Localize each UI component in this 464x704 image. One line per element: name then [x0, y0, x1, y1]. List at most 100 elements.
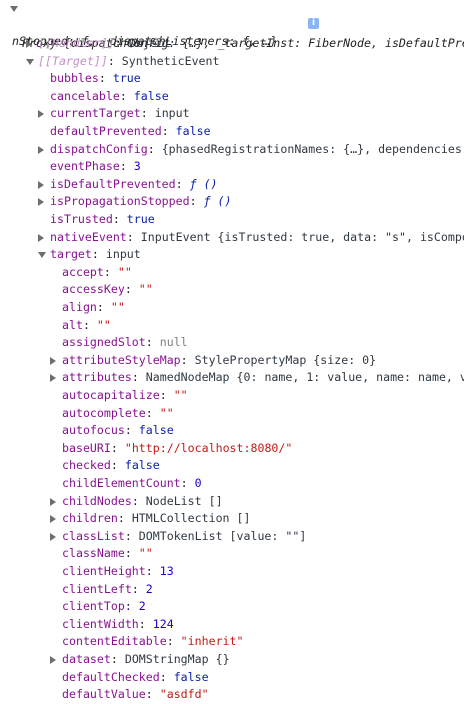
expand-arrow-icon[interactable] — [38, 198, 44, 207]
key-separator: : — [131, 370, 146, 385]
proxy-summary-row-wrap: nStopped: f, _dispatchListeners: f, …} i — [0, 15, 319, 48]
property-entry: dataset: DOMStringMap {} — [62, 651, 230, 669]
expand-arrow-icon[interactable] — [50, 532, 56, 541]
property-key: eventPhase — [50, 159, 120, 174]
property-key: align — [62, 300, 97, 314]
expand-arrow-icon[interactable] — [50, 497, 56, 506]
property-entry: isTrusted: true — [50, 211, 155, 229]
property-value: Object — [128, 36, 171, 50]
property-value: 2 — [138, 599, 146, 614]
property-entry: eventPhase: 3 — [50, 158, 141, 176]
property-value: "" — [138, 546, 153, 561]
expand-arrow-icon[interactable] — [50, 656, 56, 664]
expand-arrow-icon[interactable] — [50, 374, 56, 383]
expand-arrow-icon[interactable] — [50, 515, 56, 524]
key-separator: : — [126, 229, 141, 244]
key-separator: : — [124, 546, 139, 561]
key-separator: : — [180, 352, 195, 367]
key-separator: : — [140, 106, 155, 121]
property-key: defaultValue — [62, 687, 146, 702]
property-value: 124 — [152, 616, 174, 631]
property-key: defaultChecked — [62, 669, 160, 684]
property-entry: childNodes: NodeList [] — [62, 493, 223, 511]
property-value: NodeList [] — [145, 493, 223, 508]
collapse-arrow-icon[interactable] — [26, 58, 34, 65]
property-entry: bubbles: true — [50, 70, 141, 88]
property-value: InputEvent {isTrusted: true, data: "s", … — [140, 229, 464, 244]
property-value: DOMTokenList [value: ""] — [138, 528, 307, 543]
property-value: null — [159, 335, 188, 350]
property-key: classList — [62, 528, 125, 543]
expand-arrow-icon[interactable] — [38, 233, 44, 242]
property-entry: autofocus: false — [62, 422, 174, 440]
property-value: 0 — [194, 476, 202, 490]
property-key: cancelable — [50, 88, 120, 103]
property-key: dataset — [62, 652, 111, 666]
property-key: accessKey — [62, 282, 125, 297]
property-entry: accessKey: "" — [62, 281, 153, 299]
expand-arrow-icon[interactable] — [50, 356, 56, 365]
property-entry: classList: DOMTokenList [value: ""] — [62, 528, 306, 546]
key-separator: : — [175, 176, 190, 191]
property-entry: clientLeft: 2 — [62, 581, 153, 599]
property-key: bubbles — [50, 71, 99, 86]
property-entry: clientHeight: 13 — [62, 563, 174, 581]
property-key: clientTop — [62, 599, 125, 614]
property-entry: cancelable: false — [50, 88, 169, 106]
info-icon[interactable]: i — [308, 18, 319, 29]
property-entry: defaultChecked: false — [62, 669, 209, 687]
property-key: childElementCount — [62, 476, 181, 490]
key-separator: : — [82, 317, 97, 332]
key-separator: : — [145, 564, 160, 578]
collapse-arrow-icon[interactable] — [38, 252, 46, 259]
expand-arrow-icon[interactable] — [10, 6, 18, 12]
property-key: contentEditable — [62, 634, 167, 649]
key-separator: : — [107, 53, 122, 68]
key-separator: : — [114, 36, 129, 50]
property-value: "" — [96, 317, 111, 332]
property-value: {phasedRegistrationNames: {…}, dependenc… — [161, 141, 464, 156]
property-key: attributeStyleMap — [62, 352, 181, 367]
key-separator: : — [119, 88, 134, 103]
key-separator: : — [112, 212, 127, 226]
key-separator: : — [124, 599, 139, 614]
property-key: childNodes — [62, 493, 132, 508]
key-separator: : — [189, 194, 204, 209]
key-separator: : — [117, 511, 132, 526]
property-value: false — [133, 88, 169, 103]
property-entry: accept: "" — [62, 264, 132, 282]
key-separator: : — [103, 264, 118, 279]
expand-arrow-icon[interactable] — [38, 145, 44, 154]
property-entry: className: "" — [62, 545, 153, 563]
expand-arrow-icon[interactable] — [26, 40, 32, 48]
property-value: "asdfd" — [159, 687, 209, 702]
property-key: nativeEvent — [50, 229, 127, 244]
key-separator: : — [147, 141, 162, 156]
property-value: "inherit" — [180, 634, 244, 649]
property-value: "" — [173, 388, 188, 402]
property-value: false — [124, 458, 160, 473]
key-separator: : — [124, 423, 139, 438]
key-separator: : — [159, 388, 174, 402]
expand-arrow-icon[interactable] — [38, 180, 44, 189]
key-separator: : — [145, 335, 160, 350]
property-value: HTMLCollection [] — [131, 511, 251, 526]
property-entry: assignedSlot: null — [62, 334, 188, 352]
property-key: autocapitalize — [62, 388, 160, 402]
property-key: [[Handler]] — [38, 36, 115, 50]
expand-arrow-icon[interactable] — [38, 110, 44, 119]
key-separator: : — [159, 669, 174, 684]
property-value: DOMStringMap {} — [124, 652, 230, 666]
property-entry: clientTop: 2 — [62, 598, 146, 616]
property-entry: attributes: NamedNodeMap {0: name, 1: va… — [62, 369, 464, 387]
property-value: input — [105, 247, 141, 262]
key-separator: : — [110, 652, 125, 666]
property-entry: [[Target]]: SyntheticEvent — [38, 53, 220, 71]
property-value: "" — [138, 282, 153, 297]
property-key: currentTarget — [50, 106, 141, 121]
property-key: autocomplete — [62, 405, 146, 420]
property-key: checked — [62, 458, 111, 473]
property-entry: children: HTMLCollection [] — [62, 510, 250, 528]
property-entry: align: "" — [62, 299, 125, 317]
property-key: isPropagationStopped — [50, 194, 190, 209]
